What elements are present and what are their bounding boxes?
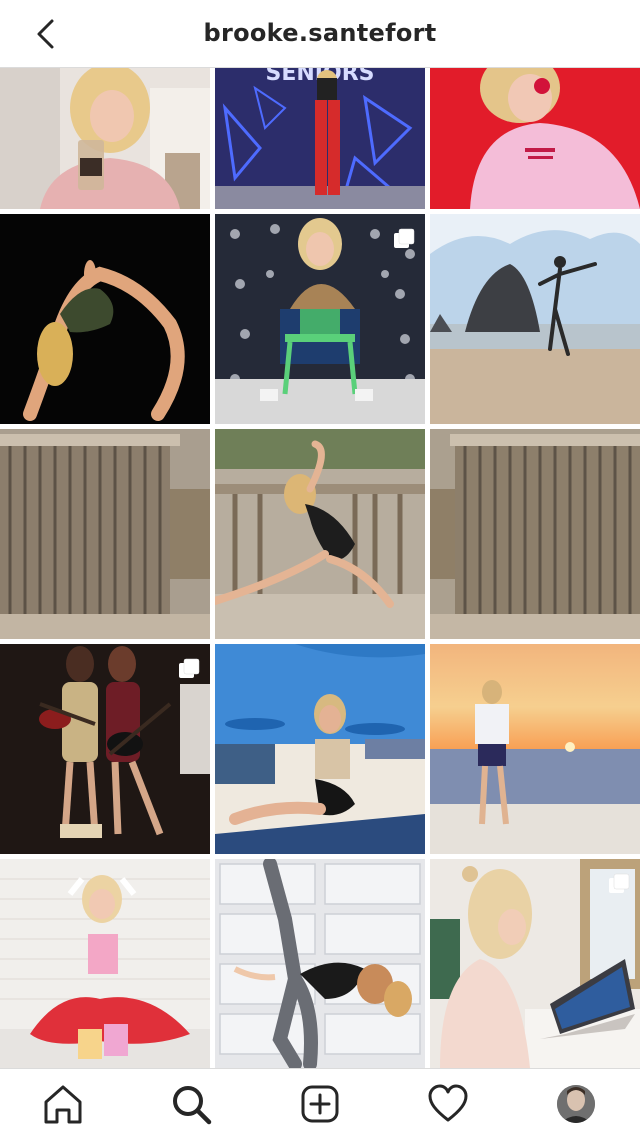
post-thumbnail[interactable]: SENIORS bbox=[215, 68, 425, 209]
bottom-navigation bbox=[0, 1068, 640, 1138]
nav-activity[interactable] bbox=[425, 1081, 471, 1127]
post-image bbox=[0, 859, 210, 1068]
post-thumbnail[interactable] bbox=[430, 68, 640, 209]
post-thumbnail[interactable] bbox=[0, 859, 210, 1068]
post-thumbnail[interactable] bbox=[0, 214, 210, 424]
profile-username: brooke.santefort bbox=[203, 19, 437, 47]
post-image bbox=[215, 644, 425, 854]
post-thumbnail[interactable] bbox=[430, 859, 640, 1068]
post-image bbox=[0, 429, 210, 639]
nav-profile[interactable] bbox=[553, 1081, 599, 1127]
post-thumbnail[interactable] bbox=[215, 644, 425, 854]
post-image bbox=[0, 214, 210, 424]
post-thumbnail[interactable] bbox=[430, 214, 640, 424]
avatar-image bbox=[557, 1085, 595, 1123]
post-thumbnail[interactable] bbox=[215, 214, 425, 424]
post-image: SENIORS bbox=[215, 68, 425, 209]
nav-search[interactable] bbox=[168, 1081, 214, 1127]
post-image bbox=[430, 68, 640, 209]
post-image bbox=[430, 214, 640, 424]
post-thumbnail[interactable] bbox=[215, 429, 425, 639]
post-image bbox=[430, 429, 640, 639]
post-thumbnail[interactable] bbox=[430, 429, 640, 639]
post-thumbnail[interactable] bbox=[0, 644, 210, 854]
post-image bbox=[430, 644, 640, 854]
post-thumbnail[interactable] bbox=[0, 429, 210, 639]
nav-new-post[interactable] bbox=[297, 1081, 343, 1127]
profile-avatar bbox=[557, 1085, 595, 1123]
multiple-photos-icon bbox=[394, 228, 415, 248]
post-thumbnail[interactable] bbox=[430, 644, 640, 854]
post-thumbnail[interactable] bbox=[0, 68, 210, 209]
post-image bbox=[215, 859, 425, 1068]
heart-icon bbox=[428, 1084, 468, 1122]
search-icon bbox=[173, 1086, 212, 1125]
nav-home[interactable] bbox=[40, 1081, 86, 1127]
plus-square-icon bbox=[301, 1085, 339, 1123]
multiple-photos-icon bbox=[179, 658, 200, 678]
multiple-photos-icon bbox=[609, 873, 630, 893]
posts-grid: SENIORS bbox=[0, 68, 640, 1068]
top-bar: brooke.santefort bbox=[0, 0, 640, 68]
post-thumbnail[interactable] bbox=[215, 859, 425, 1068]
post-image bbox=[0, 68, 210, 209]
home-icon bbox=[44, 1085, 82, 1124]
post-image bbox=[215, 429, 425, 639]
